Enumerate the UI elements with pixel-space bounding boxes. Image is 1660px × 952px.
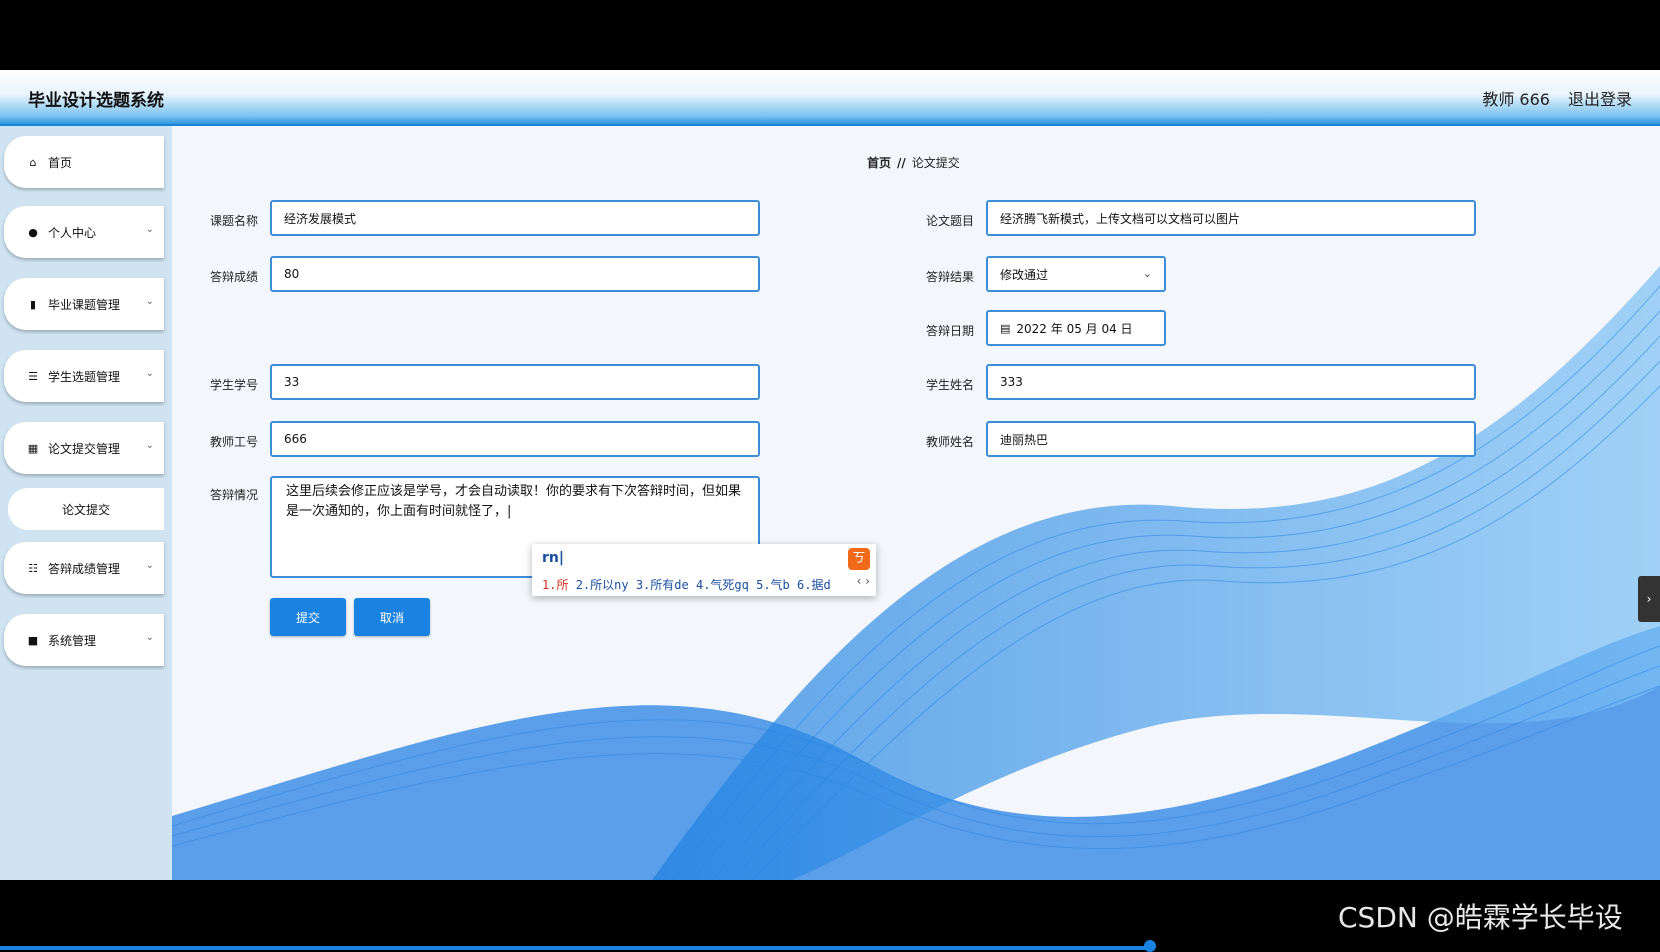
calendar-icon: ▤ [1000,321,1011,335]
ime-candidate[interactable]: 6.据d [797,578,831,592]
score-label: 答辩成绩 [210,270,259,284]
ime-candidates: 1.所 2.所以ny 3.所有de 4.气死gq 5.气b 6.据d [542,576,831,593]
video-progress-bar[interactable] [0,946,1150,950]
ime-page-nav[interactable]: ‹ › [857,574,870,588]
result-select-value: 修改通过 [1000,267,1049,282]
sidebar-item-home[interactable]: ⌂ 首页 [4,136,164,188]
teacher-no-label: 教师工号 [210,435,259,449]
sidebar-item-paper-submission-management[interactable]: ▦ 论文提交管理 ⌄ [4,422,164,474]
paper-title-label: 论文题目 [926,214,975,228]
sidebar-item-label: 毕业课题管理 [48,297,121,312]
ime-input-text: rn| [542,550,564,566]
sidebar-item-topic-management[interactable]: ▮ 毕业课题管理 ⌄ [4,278,164,330]
sidebar-item-personal-center[interactable]: ● 个人中心 ⌄ [4,206,164,258]
cancel-button[interactable]: 取消 [354,598,430,636]
watermark: CSDN @皓霖学长毕设 [1338,901,1623,934]
ime-candidate[interactable]: 4.气死gq [696,578,749,592]
chevron-down-icon: ⌄ [1142,267,1152,280]
chevron-down-icon: ⌄ [145,224,154,235]
sliders-icon: ☷ [28,561,38,575]
topic-field[interactable]: 经济发展模式 [270,200,760,236]
student-no-label: 学生学号 [210,378,259,392]
student-name-field[interactable]: 333 [986,364,1476,400]
date-label: 答辩日期 [926,324,975,338]
sidebar-item-label: 系统管理 [48,633,97,648]
student-no-field[interactable]: 33 [270,364,760,400]
chevron-down-icon: ⌄ [145,440,154,451]
submit-button[interactable]: 提交 [270,598,346,636]
topic-label: 课题名称 [210,214,259,228]
student-name-label: 学生姓名 [926,378,975,392]
top-right-menu: 教师 666 退出登录 [1482,86,1632,110]
top-bar: 毕业设计选题系统 教师 666 退出登录 [0,70,1660,126]
main-content: 首页 // 论文提交 课题名称 经济发展模式 答辩成绩 80 学生学号 33 教师工… [172,126,1660,880]
ime-candidate[interactable]: 1.所 [542,578,568,592]
briefcase-icon: ■ [27,633,39,647]
sidebar-item-label: 论文提交管理 [48,441,121,456]
chevron-down-icon: ⌄ [145,296,154,307]
home-icon: ⌂ [29,155,37,169]
paper-title-field[interactable]: 经济腾飞新模式，上传文档可以文档可以图片 [986,200,1476,236]
progress-knob[interactable] [1144,940,1156,952]
sidebar: ⌂ 首页 ● 个人中心 ⌄ ▮ 毕业课题管理 ⌄ ☰ 学生选题管理 ⌄ ▦ 论文… [0,126,172,880]
date-picker[interactable]: ▤ 2022 年 05 月 04 日 [986,310,1166,346]
breadcrumb-home[interactable]: 首页 [867,156,891,170]
sidebar-item-student-selection[interactable]: ☰ 学生选题管理 ⌄ [4,350,164,402]
teacher-name-field[interactable]: 迪丽热巴 [986,421,1476,457]
result-select[interactable]: 修改通过 ⌄ [986,256,1166,292]
result-label: 答辩结果 [926,270,975,284]
chevron-right-icon[interactable]: › [1638,576,1660,622]
app-window: 毕业设计选题系统 教师 666 退出登录 ⌂ 首页 ● 个人中心 ⌄ ▮ 毕业课… [0,70,1660,880]
breadcrumb-separator: // [897,156,906,170]
sidebar-item-score-management[interactable]: ☷ 答辩成绩管理 ⌄ [4,542,164,594]
breadcrumb-current: 论文提交 [911,156,960,170]
chevron-down-icon: ⌄ [145,632,154,643]
date-value: 2022 年 05 月 04 日 [1016,321,1133,336]
sidebar-item-system-management[interactable]: ■ 系统管理 ⌄ [4,614,164,666]
ime-candidate-window: rn| ㄎ 1.所 2.所以ny 3.所有de 4.气死gq 5.气b 6.据d… [532,544,876,596]
sidebar-item-label: 答辩成绩管理 [48,561,121,576]
sidebar-item-label: 学生选题管理 [48,369,121,384]
ime-candidate[interactable]: 2.所以ny [576,578,629,592]
ime-candidate[interactable]: 3.所有de [636,578,689,592]
ime-candidate[interactable]: 5.气b [756,578,790,592]
sidebar-subitem-paper-submission[interactable]: 论文提交 [8,488,164,530]
sidebar-item-label: 首页 [48,155,73,170]
teacher-no-field[interactable]: 666 [270,421,760,457]
sidebar-item-label: 论文提交 [61,502,110,517]
user-icon: ● [28,225,38,239]
app-title: 毕业设计选题系统 [28,91,164,111]
chevron-down-icon: ⌄ [145,560,154,571]
list-icon: ☰ [28,369,38,383]
situation-label: 答辩情况 [210,488,259,502]
sidebar-item-label: 个人中心 [48,225,97,240]
current-user[interactable]: 教师 666 [1482,86,1550,110]
grid-icon: ▦ [27,441,39,455]
ime-logo-icon[interactable]: ㄎ [848,548,870,570]
logout-link[interactable]: 退出登录 [1568,86,1632,110]
chevron-down-icon: ⌄ [145,368,154,379]
teacher-name-label: 教师姓名 [926,435,975,449]
breadcrumb: 首页 // 论文提交 [867,154,960,171]
bar-chart-icon: ▮ [29,297,37,311]
score-field[interactable]: 80 [270,256,760,292]
